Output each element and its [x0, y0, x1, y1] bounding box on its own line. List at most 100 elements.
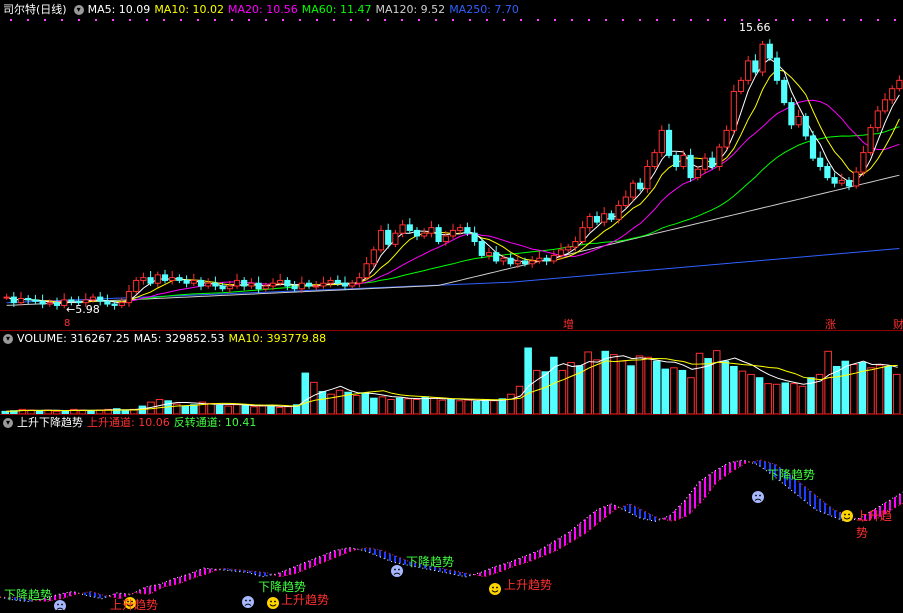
volume-bar [181, 405, 190, 414]
reference-dot [401, 19, 403, 21]
reference-dot [588, 19, 590, 21]
indicator-label: MA10: 393779.88 [228, 332, 327, 345]
candle-body [413, 229, 421, 237]
candle-body [543, 257, 550, 262]
candle-body [637, 182, 644, 190]
reference-dot [163, 19, 165, 21]
candle-body [349, 282, 356, 287]
candle-body [521, 260, 529, 265]
volume-bar [447, 398, 455, 414]
candle-body [500, 257, 507, 262]
candlestick-chart[interactable] [0, 17, 903, 330]
candle-body [658, 129, 665, 154]
stock-title[interactable]: 司尔特(日线) [3, 3, 67, 16]
candle-body [881, 99, 889, 112]
candle-body [125, 291, 133, 304]
volume-bar [310, 381, 318, 414]
candle-body [370, 249, 377, 265]
volume-bar [232, 404, 241, 414]
volume-bar [472, 400, 481, 414]
indicator-label: MA10: 10.02 [154, 3, 225, 16]
trend-indicator-chart[interactable] [0, 430, 903, 610]
signal-up-label: 上升趋势 [281, 593, 330, 607]
signal-down-label: 下降趋势 [767, 468, 816, 482]
candle-body [752, 60, 759, 73]
reference-dot [469, 19, 471, 21]
volume-bar [832, 365, 841, 414]
candle-body [277, 279, 284, 284]
volume-bar [695, 352, 704, 414]
ma10-line [6, 69, 900, 304]
candle-body [284, 279, 291, 287]
reference-dot [265, 19, 267, 21]
volume-bar [747, 373, 755, 414]
candle-body [889, 88, 896, 101]
sad-face-icon [54, 600, 66, 610]
reference-dot [78, 19, 80, 21]
collapse-icon[interactable]: ▾ [3, 418, 13, 428]
candle-body [572, 241, 579, 248]
candle-body [845, 179, 853, 187]
candle-body [593, 216, 601, 223]
volume-bar [515, 385, 524, 414]
reference-dot [282, 19, 284, 21]
panel-separator [0, 414, 903, 415]
candle-body [673, 154, 680, 167]
volume-bar [412, 398, 421, 414]
indicator-label: MA60: 11.47 [301, 3, 372, 16]
candle-body [442, 235, 449, 243]
indicator-label: MA5: 10.09 [87, 3, 151, 16]
candle-body [838, 179, 845, 184]
volume-bar [190, 404, 198, 414]
volume-bar [224, 405, 232, 414]
volume-bar [421, 396, 430, 414]
reference-dot [554, 19, 556, 21]
volume-chart[interactable] [0, 346, 903, 414]
volume-bar [498, 398, 507, 414]
reference-dot [248, 19, 250, 21]
candle-body [298, 282, 305, 290]
candle-body [255, 282, 262, 290]
collapse-icon[interactable]: ▾ [3, 334, 13, 344]
reference-dot [673, 19, 675, 21]
reference-dot [197, 19, 199, 21]
candle-body [629, 182, 637, 198]
candle-body [334, 279, 341, 284]
candle-body [140, 277, 147, 281]
candle-body [291, 285, 298, 290]
candle-body [701, 157, 709, 170]
reference-dot [860, 19, 862, 21]
volume-bar [361, 392, 370, 414]
candle-body [874, 110, 881, 129]
signal-up-label: 上升趋势 [504, 578, 553, 592]
candle-body [651, 152, 658, 167]
volume-bar [284, 406, 292, 414]
volume-bar [541, 371, 550, 414]
volume-bar [335, 389, 344, 414]
reference-dot [299, 19, 301, 21]
sad-face-icon [242, 596, 254, 608]
volume-bar [618, 360, 627, 414]
reference-dot [214, 19, 216, 21]
collapse-icon[interactable]: ▾ [73, 5, 84, 15]
volume-bar [824, 350, 832, 414]
volume-bar [275, 406, 284, 414]
candle-body [262, 285, 269, 290]
reference-dot [707, 19, 709, 21]
candle-body [737, 79, 745, 92]
candle-body [680, 154, 687, 167]
volume-panel-header: ▾ VOLUME: 316267.25 MA5: 329852.53 MA10: 39… [0, 332, 334, 346]
reference-dot [418, 19, 420, 21]
candle-body [557, 249, 565, 256]
volume-bar [850, 364, 858, 414]
candle-body [615, 204, 622, 220]
bottom-marker-1[interactable]: 8 [64, 318, 70, 329]
reference-dot [44, 19, 46, 21]
candle-body [644, 165, 651, 190]
reference-dot [520, 19, 522, 21]
candle-body [248, 282, 255, 287]
volume-bar [370, 397, 378, 414]
signal-down-label: 下降趋势 [4, 588, 53, 602]
candle-body [730, 90, 737, 131]
candle-body [694, 168, 701, 179]
